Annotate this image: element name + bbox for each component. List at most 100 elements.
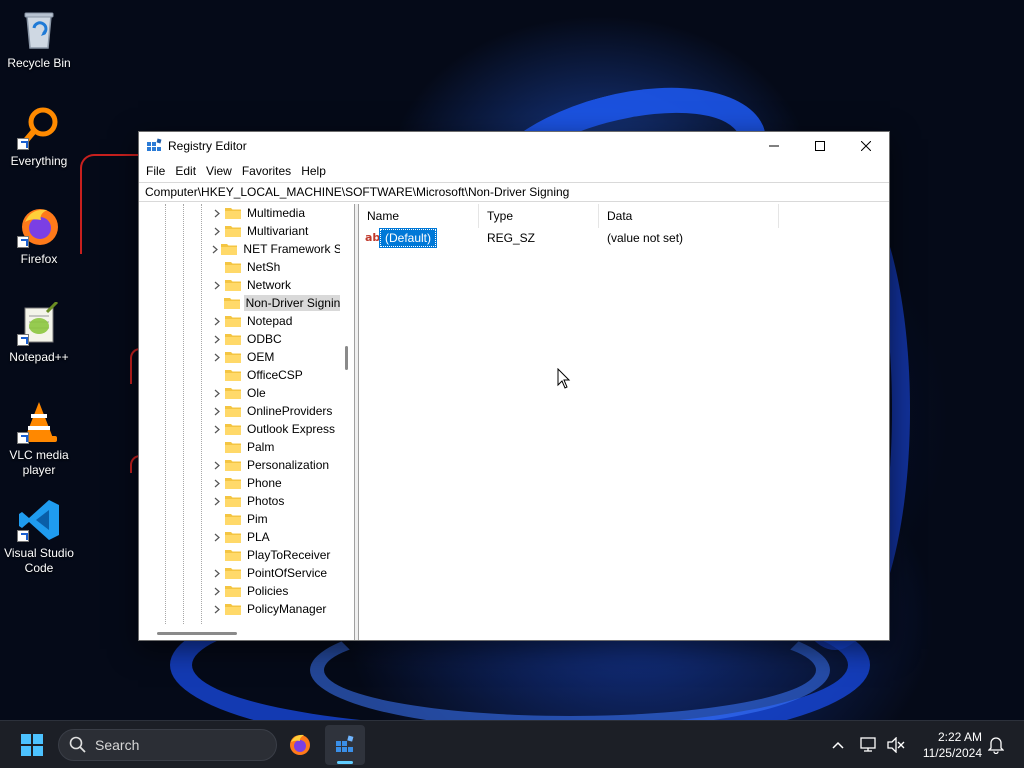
tree-horizontal-scrollbar[interactable] [139, 624, 354, 640]
tree-item[interactable]: Outlook Express [209, 420, 340, 438]
desktop-icon-vlc[interactable]: VLC media player [2, 400, 76, 478]
address-bar[interactable]: Computer\HKEY_LOCAL_MACHINE\SOFTWARE\Mic… [139, 182, 889, 202]
clock[interactable]: 2:22 AM 11/25/2024 [912, 729, 982, 761]
maximize-button[interactable] [797, 132, 843, 160]
active-app-indicator [337, 761, 353, 764]
tree-item[interactable]: Palm [209, 438, 340, 456]
desktop-icon-everything[interactable]: Everything [2, 106, 76, 169]
minimize-button[interactable] [751, 132, 797, 160]
menu-favorites[interactable]: Favorites [237, 160, 296, 182]
chevron-right-icon[interactable] [209, 222, 225, 240]
folder-icon [225, 280, 241, 291]
tree-item[interactable]: NetSh [209, 258, 340, 276]
desktop-icon-label: VLC media player [9, 448, 69, 477]
chevron-right-icon[interactable] [209, 600, 225, 618]
title-bar[interactable]: Registry Editor [139, 132, 889, 160]
chevron-right-icon[interactable] [209, 564, 225, 582]
desktop-icon-vscode[interactable]: Visual Studio Code [2, 498, 76, 576]
tree-item[interactable]: PlayToReceiver [209, 546, 340, 564]
tree-item-label: PolicyManager [247, 602, 327, 616]
value-row[interactable]: ab (Default) REG_SZ (value not set) [359, 228, 889, 248]
chevron-right-icon[interactable] [209, 528, 225, 546]
string-value-icon: ab [365, 231, 381, 244]
tree-item[interactable]: OfficeCSP [209, 366, 340, 384]
chevron-right-icon[interactable] [209, 204, 225, 222]
tree-item[interactable]: Notepad [209, 312, 340, 330]
start-button[interactable] [12, 725, 52, 765]
registry-tree[interactable]: Multimedia Multivariant NET Framework Setu… [139, 204, 355, 640]
chevron-right-icon[interactable] [209, 384, 225, 402]
folder-icon [225, 424, 241, 435]
taskbar-registry-editor[interactable] [325, 725, 365, 765]
shortcut-arrow-icon [17, 236, 29, 248]
folder-icon [225, 460, 241, 471]
tree-item[interactable]: Network [209, 276, 340, 294]
menu-help[interactable]: Help [296, 160, 331, 182]
chevron-right-icon[interactable] [209, 474, 225, 492]
desktop-icon-label: Notepad++ [9, 350, 69, 364]
chevron-right-icon[interactable] [209, 420, 225, 438]
chevron-right-icon[interactable] [209, 276, 225, 294]
tree-vertical-scrollbar[interactable] [345, 346, 348, 370]
speaker-muted-icon [887, 737, 905, 753]
folder-icon [225, 442, 241, 453]
chevron-right-icon[interactable] [209, 312, 225, 330]
taskbar-search[interactable]: Search [58, 729, 277, 761]
tree-item[interactable]: Non-Driver Signing [209, 294, 340, 312]
menu-edit[interactable]: Edit [170, 160, 201, 182]
menu-file[interactable]: File [141, 160, 170, 182]
tree-item[interactable]: OEM [209, 348, 340, 366]
column-header-type[interactable]: Type [479, 204, 599, 228]
chevron-right-icon[interactable] [209, 348, 225, 366]
volume-button[interactable] [884, 733, 908, 757]
tree-item[interactable]: Ole [209, 384, 340, 402]
column-header-name[interactable]: Name [359, 204, 479, 228]
windows-logo-icon [21, 734, 43, 756]
desktop-icon-label: Everything [10, 154, 68, 168]
scrollbar-thumb[interactable] [157, 632, 237, 635]
minimize-icon [769, 145, 779, 147]
close-button[interactable] [843, 132, 889, 160]
folder-icon [225, 262, 241, 273]
clock-date: 11/25/2024 [922, 746, 982, 760]
chevron-right-icon[interactable] [209, 456, 225, 474]
taskbar-firefox[interactable] [280, 725, 320, 765]
tree-item[interactable]: Pim [209, 510, 340, 528]
menu-view[interactable]: View [201, 160, 237, 182]
tree-item[interactable]: Multivariant [209, 222, 340, 240]
tree-item[interactable]: Multimedia [209, 204, 340, 222]
tree-item[interactable]: NET Framework Setup [209, 240, 340, 258]
values-list[interactable]: Name Type Data ab (Default) REG_SZ (valu… [359, 204, 889, 640]
tree-item-label: PointOfService [247, 566, 328, 580]
tree-item[interactable]: ODBC [209, 330, 340, 348]
chevron-right-icon[interactable] [209, 492, 225, 510]
folder-icon [225, 406, 241, 417]
tree-item[interactable]: Personalization [209, 456, 340, 474]
chevron-right-icon[interactable] [209, 240, 221, 258]
tree-item[interactable]: PolicyManager [209, 600, 340, 618]
tree-item[interactable]: PointOfService [209, 564, 340, 582]
notifications-button[interactable] [984, 733, 1008, 757]
show-hidden-icons-button[interactable] [826, 733, 850, 757]
tree-item-label: PLA [247, 530, 270, 544]
desktop-icon-firefox[interactable]: Firefox [2, 204, 76, 267]
chevron-up-icon [832, 741, 844, 749]
tree-item[interactable]: Phone [209, 474, 340, 492]
desktop-icon-recycle-bin[interactable]: Recycle Bin [2, 8, 76, 71]
tree-item[interactable]: OnlineProviders [209, 402, 340, 420]
chevron-right-icon[interactable] [209, 330, 225, 348]
chevron-right-icon[interactable] [209, 402, 225, 420]
column-header-data[interactable]: Data [599, 204, 779, 228]
folder-icon [225, 496, 241, 507]
tree-item[interactable]: Photos [209, 492, 340, 510]
tree-item[interactable]: PLA [209, 528, 340, 546]
tree-item-label: Photos [247, 494, 285, 508]
vscode-icon [17, 498, 61, 542]
tree-item[interactable]: Policies [209, 582, 340, 600]
desktop-icon-notepad-plus-plus[interactable]: Notepad++ [2, 300, 76, 365]
tree-guide-line [201, 204, 202, 624]
folder-icon [225, 532, 241, 543]
network-status-button[interactable] [857, 733, 881, 757]
chevron-right-icon[interactable] [209, 582, 225, 600]
